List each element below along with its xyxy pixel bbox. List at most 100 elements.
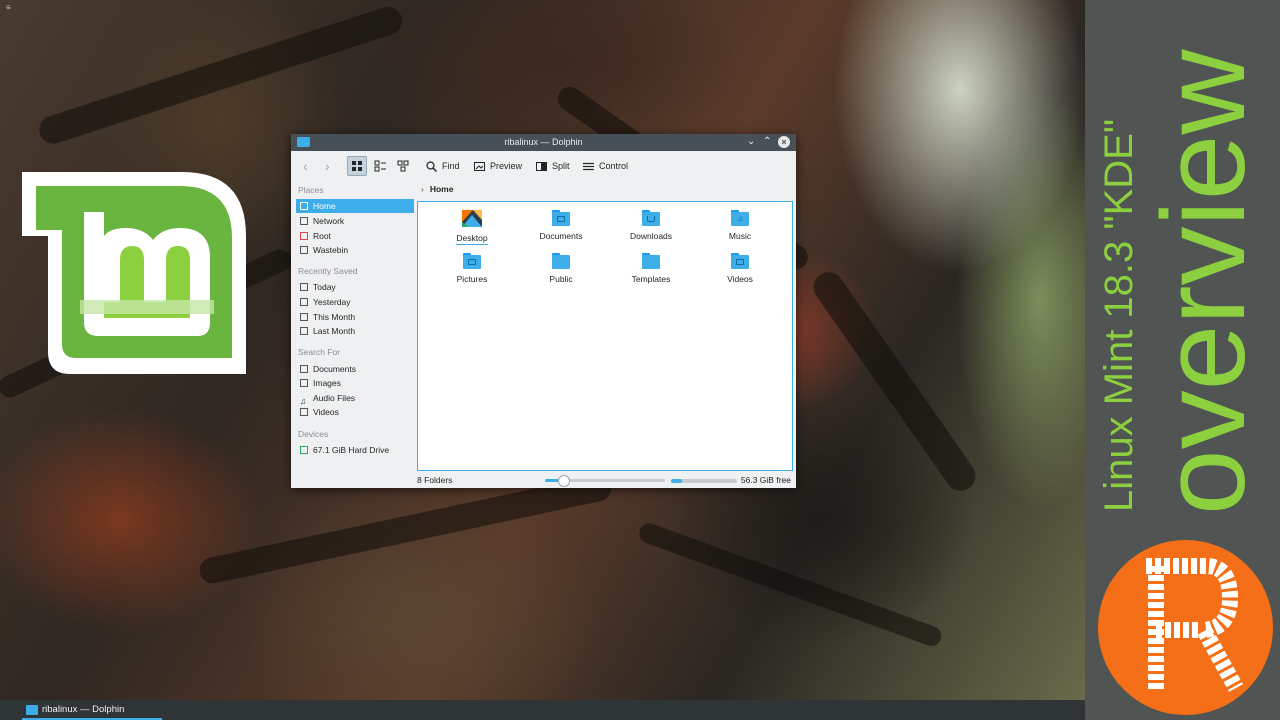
- templates-folder-icon: [642, 253, 660, 269]
- control-label: Control: [599, 161, 629, 171]
- folder-templates[interactable]: Templates: [611, 253, 691, 284]
- zoom-slider-handle[interactable]: [558, 475, 570, 487]
- overlay-heading: overview: [1138, 49, 1270, 515]
- preview-label: Preview: [490, 161, 523, 171]
- grid-view-icon: [352, 161, 362, 171]
- calendar-icon: [300, 313, 308, 321]
- dolphin-app-icon: [26, 705, 38, 715]
- sidebar-item-label: Yesterday: [313, 297, 351, 307]
- places-section-header: Places: [298, 185, 324, 195]
- network-icon: [300, 217, 308, 225]
- bark-crack: [35, 3, 406, 148]
- preview-button[interactable]: Preview: [474, 158, 522, 174]
- chevron-down-icon[interactable]: ⌄: [747, 136, 755, 148]
- find-button[interactable]: Find: [426, 158, 460, 174]
- folder-music[interactable]: ♫ Music: [700, 210, 780, 241]
- folder-name: Videos: [727, 274, 753, 284]
- free-space-bar: [671, 479, 737, 483]
- public-folder-icon: [552, 253, 570, 269]
- sidebar-item-audio-files[interactable]: ♫ Audio Files: [296, 391, 414, 406]
- folder-desktop[interactable]: Desktop: [432, 210, 512, 245]
- taskbar: ribalinux — Dolphin: [0, 700, 1085, 720]
- devices-section-header: Devices: [298, 429, 329, 439]
- linux-mint-logo: [22, 172, 246, 374]
- folder-name: Documents: [539, 231, 583, 241]
- sidebar-item-documents[interactable]: Documents: [296, 362, 414, 376]
- sidebar-item-hard-drive[interactable]: 67.1 GiB Hard Drive: [296, 443, 414, 457]
- calendar-icon: [300, 298, 308, 306]
- desktop-folder-icon: [462, 210, 482, 227]
- sidebar-item-images[interactable]: Images: [296, 376, 414, 390]
- sidebar-item-label: Last Month: [313, 326, 356, 336]
- back-arrow-icon[interactable]: ‹: [303, 158, 308, 174]
- sidebar-item-root[interactable]: Root: [296, 229, 414, 243]
- forward-arrow-icon[interactable]: ›: [325, 158, 330, 174]
- taskbar-task-dolphin[interactable]: ribalinux — Dolphin: [22, 702, 162, 720]
- window-title: ribalinux — Dolphin: [504, 137, 583, 147]
- control-button[interactable]: Control: [583, 158, 628, 174]
- folder-name: Pictures: [456, 274, 488, 284]
- desktop-menu-icon[interactable]: ≡: [6, 3, 11, 12]
- folder-name: Downloads: [629, 231, 673, 241]
- sidebar-item-label: Root: [313, 231, 331, 241]
- split-button[interactable]: Split: [536, 158, 570, 174]
- folder-pictures[interactable]: Pictures: [432, 253, 512, 284]
- r-letter-logo: [1146, 558, 1244, 692]
- sidebar-item-label: This Month: [313, 312, 356, 322]
- sidebar-item-label: Network: [313, 216, 345, 226]
- task-label: ribalinux — Dolphin: [42, 704, 125, 715]
- sidebar-item-videos[interactable]: Videos: [296, 405, 414, 419]
- free-space-label: 56.3 GiB free: [740, 475, 791, 485]
- maximize-chevron-up-icon[interactable]: ⌃: [763, 136, 771, 148]
- sidebar-item-label: Documents: [313, 364, 356, 374]
- documents-folder-icon: [552, 210, 570, 226]
- compact-view-icon: [374, 160, 386, 172]
- hamburger-menu-icon: [583, 162, 594, 170]
- ribalinux-logo-badge: [1098, 540, 1273, 715]
- sidebar-item-wastebin[interactable]: Wastebin: [296, 243, 414, 257]
- image-icon: [300, 379, 308, 387]
- recently-saved-section-header: Recently Saved: [298, 266, 358, 276]
- preview-image-icon: [474, 161, 485, 171]
- sidebar-item-label: 67.1 GiB Hard Drive: [313, 445, 390, 455]
- chevron-right-icon: ›: [421, 184, 424, 194]
- overlay-subtitle: Linux Mint 18.3 "KDE": [1097, 118, 1141, 512]
- sidebar-item-label: Today: [313, 282, 336, 292]
- sidebar-item-last-month[interactable]: Last Month: [296, 324, 414, 338]
- folder-name: Templates: [631, 274, 671, 284]
- music-note-icon: ♫: [300, 396, 307, 406]
- compact-view-button[interactable]: [370, 156, 390, 176]
- video-icon: [300, 408, 308, 416]
- videos-folder-icon: [731, 253, 749, 269]
- sidebar-item-network[interactable]: Network: [296, 214, 414, 228]
- sidebar-item-label: Wastebin: [313, 245, 349, 255]
- root-icon: [300, 232, 308, 240]
- details-view-button[interactable]: [393, 156, 413, 176]
- sidebar-item-label: Home: [313, 201, 336, 211]
- breadcrumb-home: Home: [429, 184, 454, 194]
- details-view-icon: [397, 160, 409, 172]
- folder-name: Public: [549, 274, 573, 284]
- close-icon[interactable]: ×: [778, 136, 790, 148]
- icons-view-button[interactable]: [347, 156, 367, 176]
- trash-icon: [300, 246, 308, 254]
- sidebar-item-yesterday[interactable]: Yesterday: [296, 295, 414, 309]
- used-space-fill: [671, 479, 682, 483]
- zoom-slider[interactable]: [545, 475, 665, 487]
- bark-crack: [807, 266, 982, 497]
- folder-public[interactable]: Public: [521, 253, 601, 284]
- file-view[interactable]: Desktop Documents Downloads ♫ Music Pict…: [417, 201, 793, 471]
- downloads-folder-icon: [642, 210, 660, 226]
- sidebar-item-this-month[interactable]: This Month: [296, 310, 414, 324]
- folder-documents[interactable]: Documents: [521, 210, 601, 241]
- folder-downloads[interactable]: Downloads: [611, 210, 691, 241]
- find-label: Find: [442, 161, 460, 171]
- bark-crack: [636, 520, 945, 649]
- folder-name: Music: [728, 231, 752, 241]
- sidebar-item-home[interactable]: Home: [296, 199, 414, 213]
- sidebar-item-today[interactable]: Today: [296, 280, 414, 294]
- breadcrumb[interactable]: › Home: [421, 184, 453, 194]
- places-panel: Places Home Network Root Wastebin Recent…: [291, 180, 416, 488]
- window-titlebar[interactable]: ribalinux — Dolphin ⌄ ⌃ ×: [291, 134, 796, 151]
- folder-videos[interactable]: Videos: [700, 253, 780, 284]
